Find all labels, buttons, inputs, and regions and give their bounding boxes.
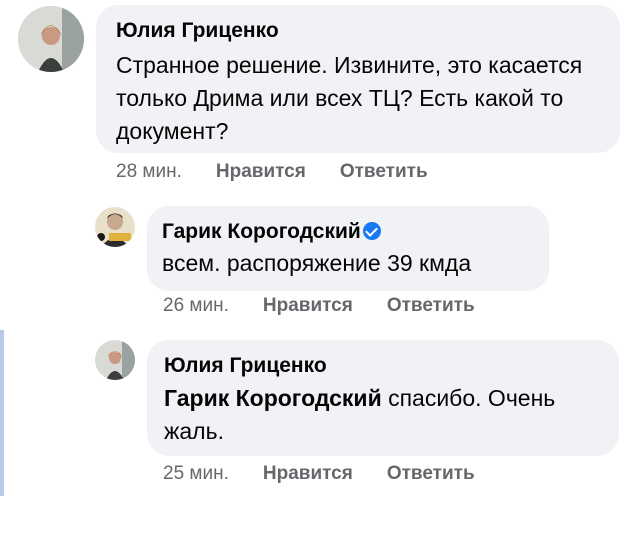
reply-button[interactable]: Ответить — [387, 295, 475, 317]
avatar[interactable] — [95, 340, 135, 380]
avatar[interactable] — [95, 207, 135, 247]
avatar-photo-icon — [18, 6, 84, 72]
comment-time[interactable]: 26 мин. — [163, 295, 229, 317]
author-name[interactable]: Гарик Корогодский — [162, 220, 361, 243]
comment-text: Гарик Корогодский спасибо. Очень жаль. — [164, 382, 609, 448]
mention-link[interactable]: Гарик Корогодский — [164, 385, 382, 411]
comment-bubble: Гарик Корогодский всем. распоряжение 39 … — [147, 206, 549, 291]
comment-actions: 26 мин. Нравится Ответить — [163, 295, 509, 317]
verified-badge-icon — [362, 222, 381, 240]
comment-bubble: Юлия Гриценко Гарик Корогодский спасибо.… — [147, 340, 619, 456]
avatar[interactable] — [18, 6, 84, 72]
comment-time[interactable]: 25 мин. — [163, 463, 229, 485]
comment-actions: 25 мин. Нравится Ответить — [163, 463, 509, 485]
like-button[interactable]: Нравится — [263, 295, 353, 317]
comment-author[interactable]: Юлия Гриценко — [116, 19, 279, 43]
like-button[interactable]: Нравится — [216, 161, 306, 183]
comment-author[interactable]: Гарик Корогодский — [162, 220, 381, 244]
reply-button[interactable]: Ответить — [387, 463, 475, 485]
comment-author[interactable]: Юлия Гриценко — [164, 354, 327, 378]
reply-button[interactable]: Ответить — [340, 161, 428, 183]
highlight-bar — [0, 330, 4, 496]
avatar-photo-icon — [95, 340, 135, 380]
comment-time[interactable]: 28 мин. — [116, 161, 182, 183]
comment-text: всем. распоряжение 39 кмда — [162, 250, 472, 276]
avatar-photo-icon — [95, 207, 135, 247]
comment-bubble: Юлия Гриценко Странное решение. Извините… — [96, 5, 620, 153]
comment-text: Странное решение. Извините, это касается… — [116, 52, 583, 144]
like-button[interactable]: Нравится — [263, 463, 353, 485]
comment-actions: 28 мин. Нравится Ответить — [116, 161, 462, 183]
